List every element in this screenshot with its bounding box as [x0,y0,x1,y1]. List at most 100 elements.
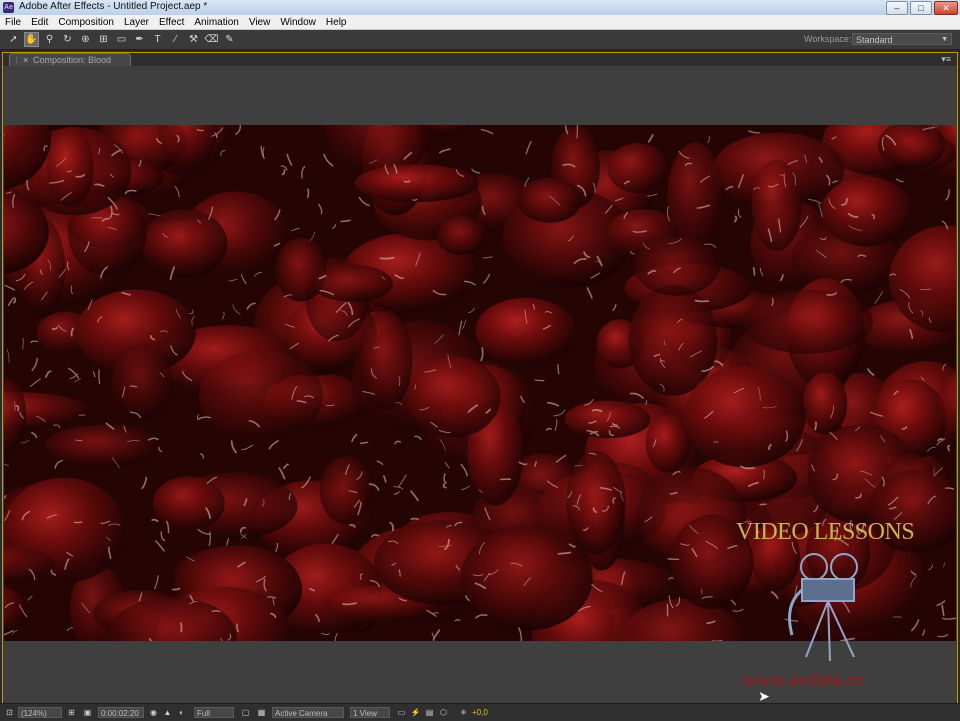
workspace-value: Standard [856,35,893,45]
pixel-aspect-icon[interactable]: ▭ [396,707,407,718]
highlight-streak [696,301,709,302]
blood-blob [803,372,847,434]
blood-blob [564,401,650,439]
region-of-interest-icon[interactable]: ▢ [240,707,251,718]
after-effects-app-icon: Ae [3,2,14,13]
highlight-streak [130,386,136,387]
mask-visibility-icon[interactable]: ▣ [82,707,93,718]
rotation-tool-icon[interactable]: ↻ [60,32,75,47]
highlight-streak [212,611,220,612]
snapshot-icon[interactable]: ◉ [148,707,159,718]
highlight-streak [411,519,418,520]
highlight-streak [99,370,100,383]
fast-previews-icon[interactable]: ⚡ [410,707,421,718]
dropdown-arrow-icon: ▼ [941,34,948,46]
eraser-tool-icon[interactable]: ⌫ [204,32,219,47]
view-layout-dropdown[interactable]: 1 View [350,707,390,718]
highlight-streak [815,422,816,429]
blood-blob [359,310,413,410]
blood-blob [634,236,720,295]
menu-composition[interactable]: Composition [53,17,119,28]
workspace-dropdown[interactable]: Standard ▼ [852,33,952,45]
grip-icon[interactable]: ⋮ [13,56,20,64]
blood-blob [199,351,323,441]
window-title: Adobe After Effects - Untitled Project.a… [19,1,207,12]
highlight-streak [754,268,755,275]
mouse-cursor-icon: ➤ [758,688,770,705]
pen-tool-icon[interactable]: ✒ [132,32,147,47]
highlight-streak [760,504,766,505]
blood-blob [518,178,582,223]
color-channel-icon[interactable]: ◐ [176,707,187,718]
blood-blob [407,356,500,437]
flowchart-icon[interactable]: ⬡ [438,707,449,718]
blood-blob [646,414,691,473]
menu-effect[interactable]: Effect [154,17,189,28]
blood-blob [312,265,393,302]
watermark-title: VIDEO LESSONS [736,519,926,546]
menu-edit[interactable]: Edit [26,17,53,28]
resolution-dropdown[interactable]: Full [194,707,234,718]
highlight-streak [381,258,394,259]
blood-blob [607,143,667,193]
transparency-grid-icon[interactable]: ▦ [256,707,267,718]
panel-tab-bar: ⋮ × Composition: Blood ▾≡ [3,53,957,66]
tab-close-icon[interactable]: × [23,55,28,65]
current-time-display[interactable]: 0:00:02:20 [98,707,144,718]
selection-tool-icon[interactable]: ➚ [6,32,21,47]
menu-window[interactable]: Window [275,17,321,28]
highlight-streak [361,442,368,443]
viewer-status-bar: ⊡ (124%) ⊞ ▣ 0:00:02:20 ◉ ▲ ◐ Full ▢ ▦ A… [0,703,960,721]
blood-blob [684,366,806,467]
exposure-icon[interactable]: ✳ [458,707,469,718]
workspace-label: Workspace: [804,34,851,44]
type-tool-icon[interactable]: T [150,32,165,47]
blood-blob [153,476,225,530]
menu-file[interactable]: File [0,17,26,28]
maximize-button[interactable]: □ [910,1,932,15]
blood-blob [566,451,625,555]
blood-blob [822,177,912,247]
film-camera-logo-icon [772,545,882,665]
highlight-streak [535,380,544,381]
camera-tool-icon[interactable]: ⊕ [78,32,93,47]
blood-blob [742,290,873,354]
menu-bar: File Edit Composition Layer Effect Anima… [0,15,960,30]
highlight-streak [668,559,679,560]
menu-layer[interactable]: Layer [119,17,154,28]
magnification-dropdown[interactable]: (124%) [18,707,62,718]
blood-blob [111,344,173,420]
camera-dropdown[interactable]: Active Camera [272,707,344,718]
brush-tool-icon[interactable]: ∕ [168,32,183,47]
blood-blob [320,457,373,524]
panel-menu-icon[interactable]: ▾≡ [941,54,951,65]
blood-blob [437,216,486,255]
show-snapshot-icon[interactable]: ▲ [162,707,173,718]
title-bar: Ae Adobe After Effects - Untitled Projec… [0,0,960,16]
puppet-tool-icon[interactable]: ✎ [222,32,237,47]
zoom-tool-icon[interactable]: ⚲ [42,32,57,47]
tab-label: Composition: Blood [33,55,111,65]
menu-view[interactable]: View [244,17,276,28]
exposure-value[interactable]: +0,0 [472,707,488,718]
hand-tool-icon[interactable]: ✋ [24,32,39,47]
tool-group: ➚✋⚲↻⊕⊞▭✒T∕⚒⌫✎ [6,32,237,47]
pan-behind-tool-icon[interactable]: ⊞ [96,32,111,47]
timeline-icon[interactable]: ▤ [424,707,435,718]
tab-composition-blood[interactable]: ⋮ × Composition: Blood [9,53,131,66]
menu-animation[interactable]: Animation [189,17,243,28]
highlight-streak [181,623,182,631]
blood-blob [752,160,802,251]
blood-blob [355,164,479,202]
blood-blob [475,298,576,365]
clone-stamp-tool-icon[interactable]: ⚒ [186,32,201,47]
menu-help[interactable]: Help [321,17,352,28]
blood-blob [47,127,94,207]
grid-icon[interactable]: ⊞ [66,707,77,718]
always-preview-icon[interactable]: ⊡ [4,707,15,718]
close-button[interactable]: ✕ [934,1,958,15]
highlight-streak [308,189,309,197]
minimize-button[interactable]: – [886,1,908,15]
rectangle-tool-icon[interactable]: ▭ [114,32,129,47]
tools-panel: ➚✋⚲↻⊕⊞▭✒T∕⚒⌫✎ Workspace: Standard ▼ [0,30,960,50]
